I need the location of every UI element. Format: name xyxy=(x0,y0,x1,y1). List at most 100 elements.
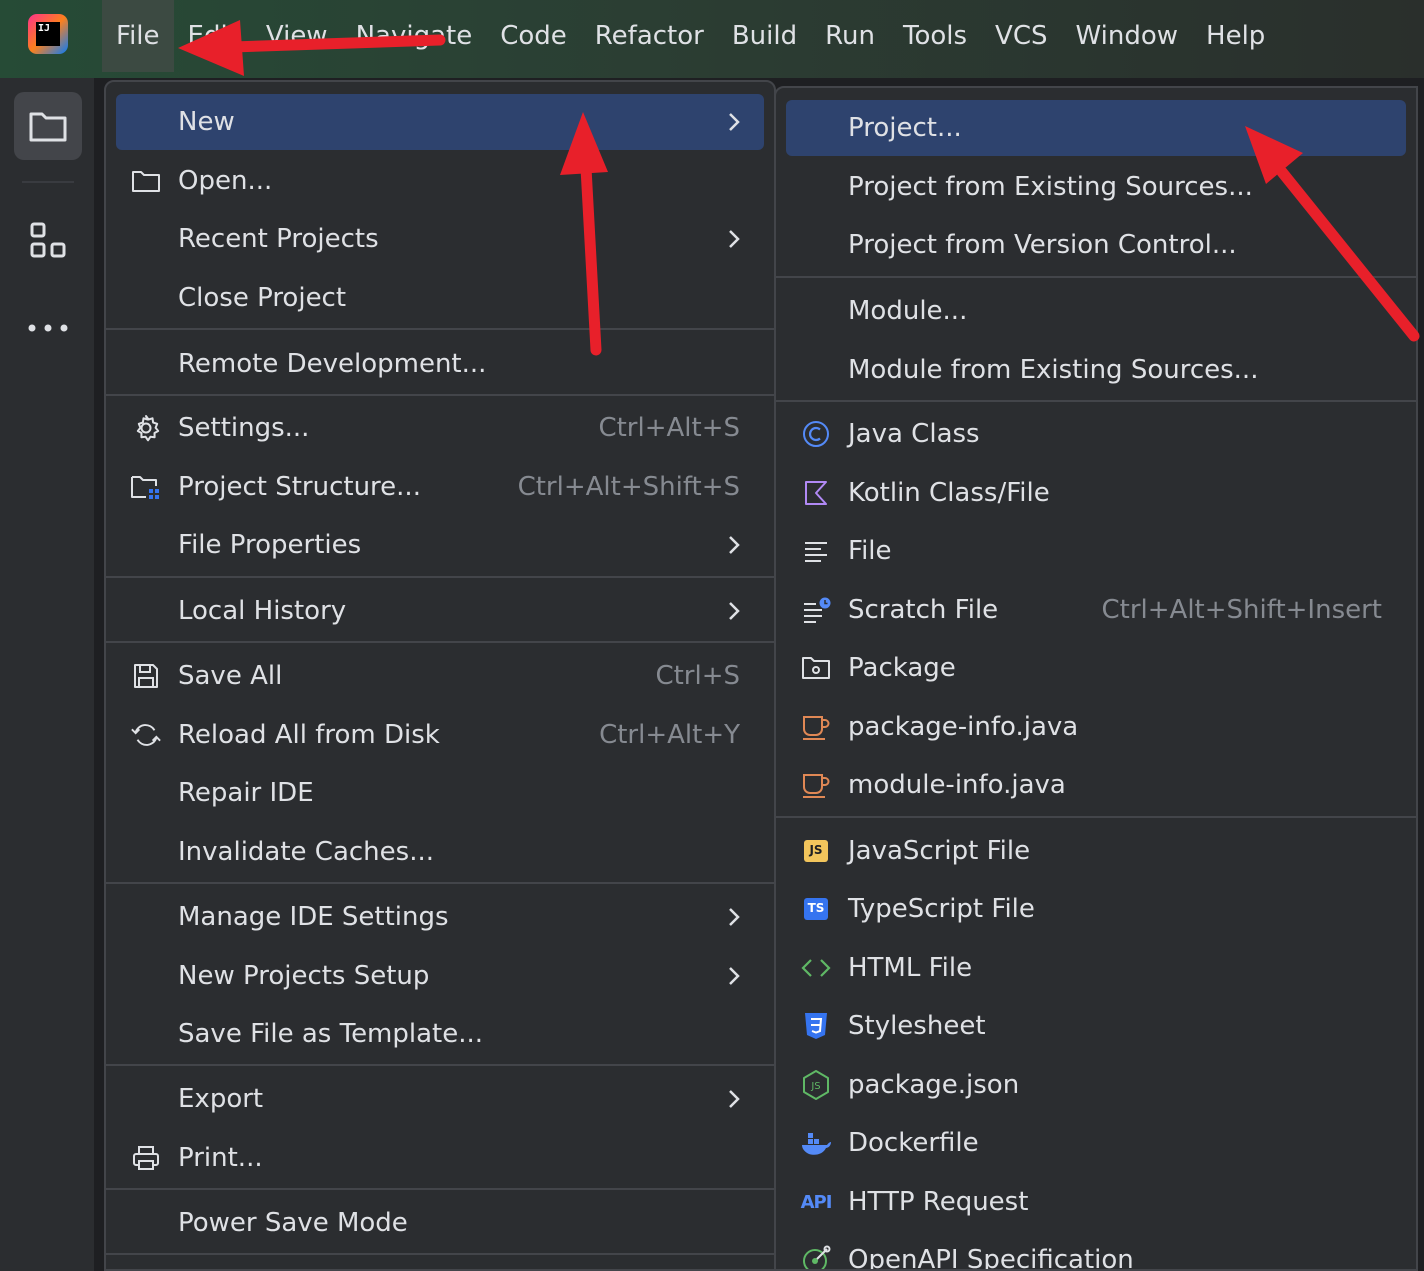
file-menu-open[interactable]: Open... xyxy=(116,153,764,209)
menu-tools[interactable]: Tools xyxy=(889,0,981,72)
sidebar-divider xyxy=(22,181,74,183)
menu-item-label: Save File as Template... xyxy=(178,1019,484,1049)
menu-item-label: Manage IDE Settings xyxy=(178,902,449,932)
menu-shortcut: Ctrl+Alt+Shift+S xyxy=(517,472,740,502)
file-menu-save-file-as-template[interactable]: Save File as Template... xyxy=(116,1006,764,1062)
file-menu-popup: New Open... Recent Projects Close Projec… xyxy=(104,80,776,1271)
menu-item-label: Print... xyxy=(178,1143,263,1173)
new-menu-module-from-existing-sources[interactable]: Module from Existing Sources... xyxy=(786,342,1406,398)
main-menu-bar: File Edit View Navigate Code Refactor Bu… xyxy=(102,0,1279,72)
new-menu-package-info-java[interactable]: package-info.java xyxy=(786,699,1406,755)
java-cup-icon xyxy=(803,716,830,740)
new-menu-module-info-java[interactable]: module-info.java xyxy=(786,757,1406,813)
structure-tool-button[interactable] xyxy=(14,206,82,274)
menu-navigate[interactable]: Navigate xyxy=(342,0,487,72)
menu-separator xyxy=(106,1064,774,1066)
new-menu-project-from-existing-sources[interactable]: Project from Existing Sources... xyxy=(786,159,1406,215)
typescript-icon: TS xyxy=(804,898,828,920)
text-file-icon xyxy=(805,542,827,562)
file-menu-close-project[interactable]: Close Project xyxy=(116,270,764,326)
menu-item-label: Close Project xyxy=(178,283,347,313)
file-menu-file-properties[interactable]: File Properties xyxy=(116,517,764,573)
menu-shortcut: Ctrl+Alt+Shift+Insert xyxy=(1101,595,1383,625)
file-menu-local-history[interactable]: Local History xyxy=(116,583,764,639)
new-menu-project-from-version-control[interactable]: Project from Version Control... xyxy=(786,217,1406,273)
editor-gutter xyxy=(94,78,102,1271)
file-menu-remote-development[interactable]: Remote Development... xyxy=(116,336,764,392)
menu-item-label: New Projects Setup xyxy=(178,961,430,991)
menu-help[interactable]: Help xyxy=(1192,0,1279,72)
menu-item-label: Power Save Mode xyxy=(178,1208,408,1238)
structure-icon xyxy=(30,222,66,258)
menu-vcs[interactable]: VCS xyxy=(981,0,1061,72)
menu-separator xyxy=(776,816,1416,818)
menu-item-label: Open... xyxy=(178,166,273,196)
menu-build[interactable]: Build xyxy=(718,0,811,72)
new-menu-http-request[interactable]: API HTTP Request xyxy=(786,1174,1406,1230)
new-menu-file[interactable]: File xyxy=(786,523,1406,579)
menu-code[interactable]: Code xyxy=(486,0,581,72)
menu-item-label: File xyxy=(848,536,892,566)
menu-refactor[interactable]: Refactor xyxy=(581,0,718,72)
menu-file[interactable]: File xyxy=(102,0,174,72)
menu-item-label: Package xyxy=(848,653,956,683)
menu-item-label: Reload All from Disk xyxy=(178,720,440,750)
new-menu-package[interactable]: Package xyxy=(786,640,1406,696)
printer-icon xyxy=(133,1146,159,1170)
file-menu-save-all[interactable]: Save All Ctrl+S xyxy=(116,648,764,704)
file-menu-invalidate-caches[interactable]: Invalidate Caches... xyxy=(116,824,764,880)
menu-window[interactable]: Window xyxy=(1062,0,1193,72)
menu-item-label: Recent Projects xyxy=(178,224,379,254)
new-menu-scratch-file[interactable]: Scratch File Ctrl+Alt+Shift+Insert xyxy=(786,582,1406,638)
file-menu-new[interactable]: New xyxy=(116,94,764,150)
file-menu-power-save-mode[interactable]: Power Save Mode xyxy=(116,1195,764,1251)
java-cup-icon xyxy=(803,774,830,798)
menu-item-label: Remote Development... xyxy=(178,349,487,379)
file-menu-settings[interactable]: Settings... Ctrl+Alt+S xyxy=(116,400,764,456)
gear-icon xyxy=(136,415,160,442)
file-menu-export[interactable]: Export xyxy=(116,1071,764,1127)
new-menu-java-class[interactable]: Java Class xyxy=(786,406,1406,462)
project-tool-button[interactable] xyxy=(14,92,82,160)
menu-separator xyxy=(106,394,774,396)
new-menu-project[interactable]: Project... xyxy=(786,100,1406,156)
new-menu-module[interactable]: Module... xyxy=(786,283,1406,339)
menu-view[interactable]: View xyxy=(252,0,342,72)
menu-item-label: Project... xyxy=(848,113,962,143)
package-icon xyxy=(802,657,830,679)
file-menu-manage-ide-settings[interactable]: Manage IDE Settings xyxy=(116,889,764,945)
menu-edit[interactable]: Edit xyxy=(174,0,252,72)
new-menu-javascript-file[interactable]: JS JavaScript File xyxy=(786,823,1406,879)
file-menu-new-projects-setup[interactable]: New Projects Setup xyxy=(116,948,764,1004)
menu-separator xyxy=(106,641,774,643)
file-menu-print[interactable]: Print... xyxy=(116,1130,764,1186)
docker-icon xyxy=(802,1133,831,1155)
menu-run[interactable]: Run xyxy=(811,0,889,72)
menu-item-label: TypeScript File xyxy=(848,894,1035,924)
css-icon xyxy=(805,1013,827,1039)
new-menu-package-json[interactable]: JS package.json xyxy=(786,1057,1406,1113)
menu-item-label: Dockerfile xyxy=(848,1128,979,1158)
new-submenu-popup: Project... Project from Existing Sources… xyxy=(774,86,1418,1271)
menu-item-label: Scratch File xyxy=(848,595,999,625)
menu-item-label: module-info.java xyxy=(848,770,1066,800)
file-menu-project-structure[interactable]: Project Structure... Ctrl+Alt+Shift+S xyxy=(116,459,764,515)
javascript-icon: JS xyxy=(804,840,828,862)
menu-item-label: Local History xyxy=(178,596,347,626)
new-menu-dockerfile[interactable]: Dockerfile xyxy=(786,1115,1406,1171)
new-menu-kotlin-class[interactable]: Kotlin Class/File xyxy=(786,465,1406,521)
new-menu-openapi-specification[interactable]: OpenAPI Specification xyxy=(786,1232,1406,1269)
folder-icon xyxy=(29,112,67,142)
new-menu-typescript-file[interactable]: TS TypeScript File xyxy=(786,881,1406,937)
intellij-logo-icon[interactable]: IJ xyxy=(28,14,68,54)
new-menu-html-file[interactable]: HTML File xyxy=(786,940,1406,996)
file-menu-recent-projects[interactable]: Recent Projects xyxy=(116,211,764,267)
file-menu-repair-ide[interactable]: Repair IDE xyxy=(116,765,764,821)
openapi-icon xyxy=(803,1245,831,1269)
menu-item-label: package-info.java xyxy=(848,712,1079,742)
more-tools-button[interactable] xyxy=(14,294,82,362)
reload-icon xyxy=(131,724,161,746)
menu-item-label: Project Structure... xyxy=(178,472,421,502)
file-menu-reload-all[interactable]: Reload All from Disk Ctrl+Alt+Y xyxy=(116,707,764,763)
new-menu-stylesheet[interactable]: Stylesheet xyxy=(786,998,1406,1054)
